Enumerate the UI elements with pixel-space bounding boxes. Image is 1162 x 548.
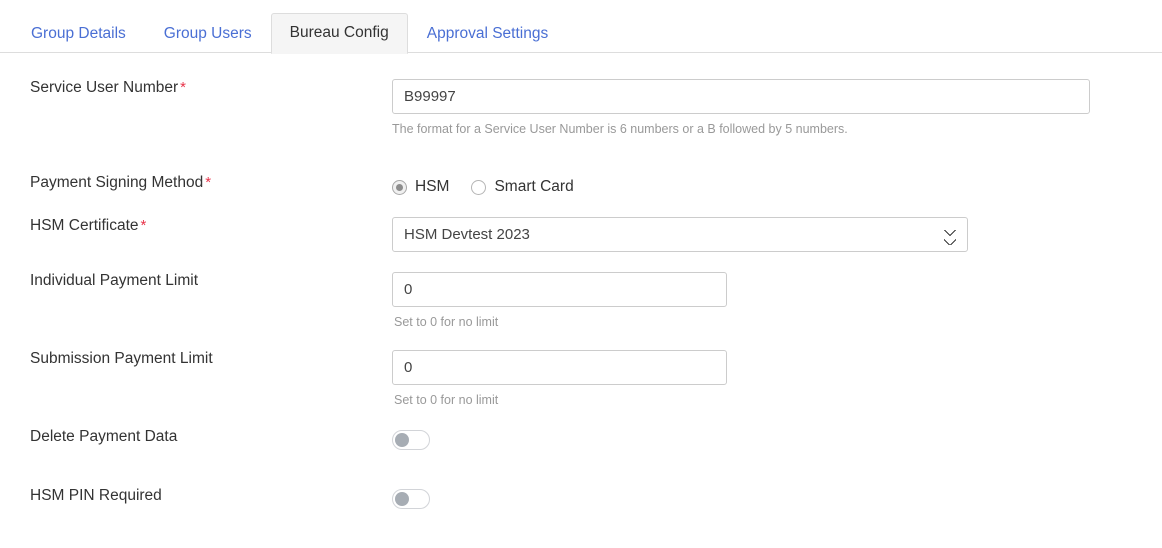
radio-selected-icon	[392, 179, 407, 195]
delete-payment-data-toggle[interactable]	[392, 429, 430, 450]
individual-payment-limit-input[interactable]	[392, 272, 727, 308]
service-user-number-input[interactable]	[392, 79, 1090, 114]
help-service-user-number: The format for a Service User Number is …	[392, 122, 848, 136]
label-delete-payment-data: Delete Payment Data	[30, 427, 178, 445]
hsm-pin-required-toggle[interactable]	[392, 488, 430, 509]
field-individual-payment-limit: Set to 0 for no limit	[392, 272, 1162, 330]
radio-option-hsm[interactable]: HSM	[392, 178, 449, 196]
label-submission-payment-limit: Submission Payment Limit	[30, 349, 213, 367]
label-text: Service User Number	[30, 79, 179, 96]
required-asterisk: *	[205, 174, 212, 192]
field-submission-payment-limit: Set to 0 for no limit	[392, 349, 1162, 408]
payment-signing-method-radio-group: HSM Smart Card	[392, 174, 1162, 196]
tab-group-details[interactable]: Group Details	[12, 14, 145, 55]
bureau-config-form: Service User Number* The format for a Se…	[0, 53, 1162, 514]
label-hsm-pin-required: HSM PIN Required	[30, 486, 162, 504]
field-row-service-user-number: Service User Number* The format for a Se…	[0, 79, 1162, 137]
radio-label-smart-card: Smart Card	[494, 178, 574, 196]
tab-approval-settings[interactable]: Approval Settings	[408, 14, 568, 55]
label-text: Payment Signing Method	[30, 174, 204, 192]
label-text: HSM Certificate	[30, 217, 139, 235]
field-delete-payment-data	[392, 428, 1162, 455]
hsm-certificate-select[interactable]: HSM Devtest 2023	[392, 217, 968, 253]
label-service-user-number: Service User Number *	[0, 79, 392, 98]
field-service-user-number: The format for a Service User Number is …	[392, 79, 1162, 137]
help-individual-payment-limit: Set to 0 for no limit	[394, 315, 499, 330]
tab-bureau-config[interactable]: Bureau Config	[270, 12, 408, 54]
radio-option-smart-card[interactable]: Smart Card	[471, 178, 574, 196]
field-row-submission-payment-limit: Submission Payment Limit Set to 0 for no…	[0, 349, 1162, 408]
toggle-knob-icon	[395, 491, 409, 506]
tab-bar: Group Details Group Users Bureau Config …	[0, 0, 1162, 55]
label-payment-signing-method: Payment Signing Method *	[0, 174, 392, 193]
field-row-hsm-pin-required: HSM PIN Required	[0, 487, 1162, 514]
field-row-delete-payment-data: Delete Payment Data	[0, 428, 1162, 455]
field-payment-signing-method: HSM Smart Card	[392, 174, 1162, 196]
help-submission-payment-limit: Set to 0 for no limit	[394, 392, 499, 407]
tab-group-users[interactable]: Group Users	[145, 14, 271, 55]
field-hsm-pin-required	[392, 487, 1162, 514]
submission-payment-limit-input[interactable]	[392, 349, 727, 385]
label-individual-payment-limit: Individual Payment Limit	[30, 272, 198, 290]
required-asterisk: *	[140, 217, 147, 235]
field-row-individual-payment-limit: Individual Payment Limit Set to 0 for no…	[0, 272, 1162, 330]
radio-label-hsm: HSM	[415, 178, 450, 196]
required-asterisk: *	[180, 79, 186, 96]
field-row-hsm-certificate: HSM Certificate * HSM Devtest 2023	[0, 217, 1162, 253]
toggle-knob-icon	[395, 432, 409, 447]
field-row-payment-signing-method: Payment Signing Method * HSM Smart Card	[0, 174, 1162, 196]
field-hsm-certificate: HSM Devtest 2023	[392, 217, 1162, 253]
label-hsm-certificate: HSM Certificate *	[0, 217, 392, 236]
radio-unselected-icon	[471, 179, 487, 195]
